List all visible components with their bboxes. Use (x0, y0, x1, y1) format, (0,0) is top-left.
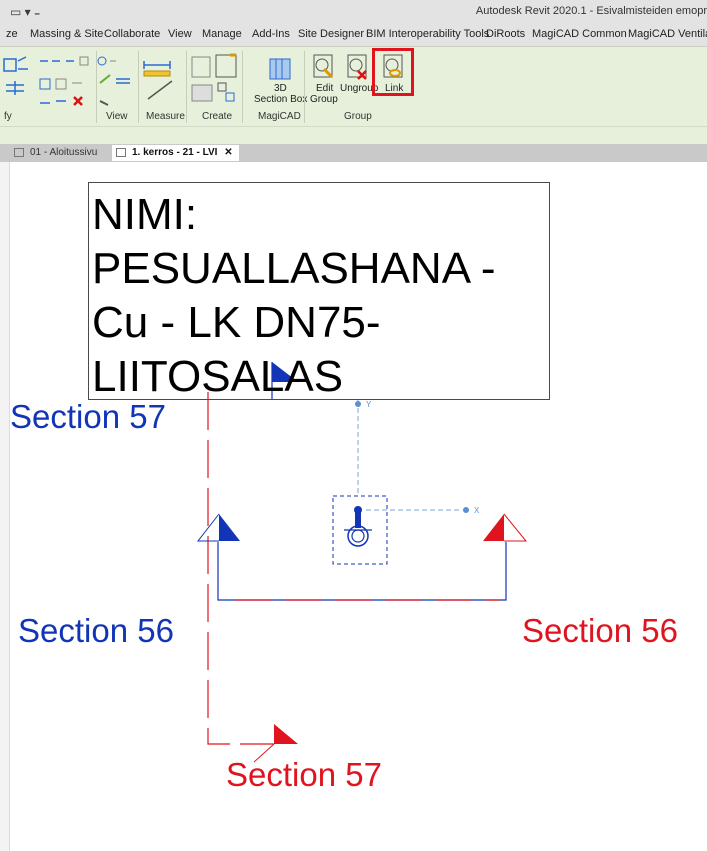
faucet-element[interactable] (332, 495, 388, 565)
section-marker-56-right-outline (503, 513, 528, 542)
section-label-57-bottom[interactable]: Section 57 (226, 756, 382, 794)
origin-axes (355, 400, 469, 513)
name-tag-line-3: Cu - LK DN75- (92, 298, 381, 347)
section-56-boundary (217, 542, 507, 601)
section-label-56-right[interactable]: Section 56 (522, 612, 678, 650)
section-label-56-left[interactable]: Section 56 (18, 612, 174, 650)
name-tag-line-4: LIITOSALAS (92, 352, 344, 401)
section-marker-57-bottom[interactable] (274, 724, 298, 744)
axis-y-label: Y (366, 400, 372, 409)
name-tag-line-1: NIMI: (92, 190, 198, 239)
section-label-57-top[interactable]: Section 57 (10, 398, 166, 436)
x-axis-grip-icon (463, 507, 469, 513)
axis-x-label: X (474, 506, 480, 515)
section-marker-56-right[interactable] (483, 514, 504, 541)
y-axis-grip-icon (355, 401, 361, 407)
section-marker-56-left[interactable] (219, 514, 240, 541)
name-tag-line-2: PESUALLASHANA - (92, 244, 496, 293)
